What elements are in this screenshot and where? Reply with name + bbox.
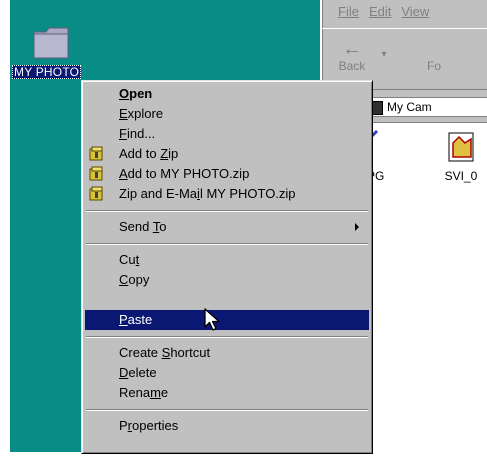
mouse-pointer-icon	[204, 308, 220, 331]
menu-item-open[interactable]: Open	[85, 84, 369, 104]
menu-item-properties[interactable]: Properties	[85, 416, 369, 436]
address-field[interactable]: My Cam	[362, 97, 487, 117]
menu-file[interactable]: File	[338, 0, 359, 24]
menu-separator	[86, 336, 368, 338]
menu-item-find[interactable]: Find...	[85, 124, 369, 144]
folder-icon[interactable]	[31, 22, 71, 62]
menu-item-delete[interactable]: Delete	[85, 363, 369, 383]
forward-button[interactable]: Fo	[414, 39, 454, 73]
menu-separator	[86, 243, 368, 245]
file-name: SVI_0	[444, 169, 478, 183]
menu-item-zip-and-email[interactable]: Zip and E-Mail MY PHOTO.zip	[85, 184, 369, 204]
image-file-icon	[448, 132, 474, 162]
menu-separator	[86, 409, 368, 411]
explorer-menubar: File Edit View	[322, 0, 487, 24]
menu-item-rename[interactable]: Rename	[85, 383, 369, 403]
folder-label[interactable]: MY PHOTO	[12, 65, 82, 79]
menu-edit[interactable]: Edit	[369, 0, 391, 24]
forward-arrow-icon	[414, 39, 454, 59]
winzip-icon	[89, 146, 103, 161]
menu-separator	[86, 210, 368, 212]
back-dropdown-button[interactable]: ▾	[378, 45, 390, 65]
menu-item-send-to[interactable]: Send To	[85, 217, 369, 237]
menu-view[interactable]: View	[401, 0, 429, 24]
winzip-icon	[89, 186, 103, 201]
address-value: My Cam	[387, 100, 432, 114]
submenu-arrow-icon	[355, 223, 359, 231]
winzip-icon	[89, 166, 103, 181]
menu-item-cut[interactable]: Cut	[85, 250, 369, 270]
file-item[interactable]: SVI_0	[426, 129, 487, 183]
menu-item-explore[interactable]: Explore	[85, 104, 369, 124]
dropdown-arrow-icon: ▾	[381, 49, 387, 60]
context-menu: Open Explore Find... Add to Zip Add to M…	[81, 80, 373, 454]
forward-label: Fo	[426, 59, 441, 73]
menu-item-create-shortcut[interactable]: Create Shortcut	[85, 343, 369, 363]
menu-item-paste[interactable]: Paste	[85, 310, 369, 330]
menu-item-add-to-my-photo-zip[interactable]: Add to MY PHOTO.zip	[85, 164, 369, 184]
menu-item-add-to-zip[interactable]: Add to Zip	[85, 144, 369, 164]
menu-item-copy[interactable]: Copy	[85, 270, 369, 290]
back-label: Back	[338, 59, 366, 73]
back-arrow-icon: ←	[342, 38, 362, 60]
back-button[interactable]: ← Back	[334, 39, 370, 73]
